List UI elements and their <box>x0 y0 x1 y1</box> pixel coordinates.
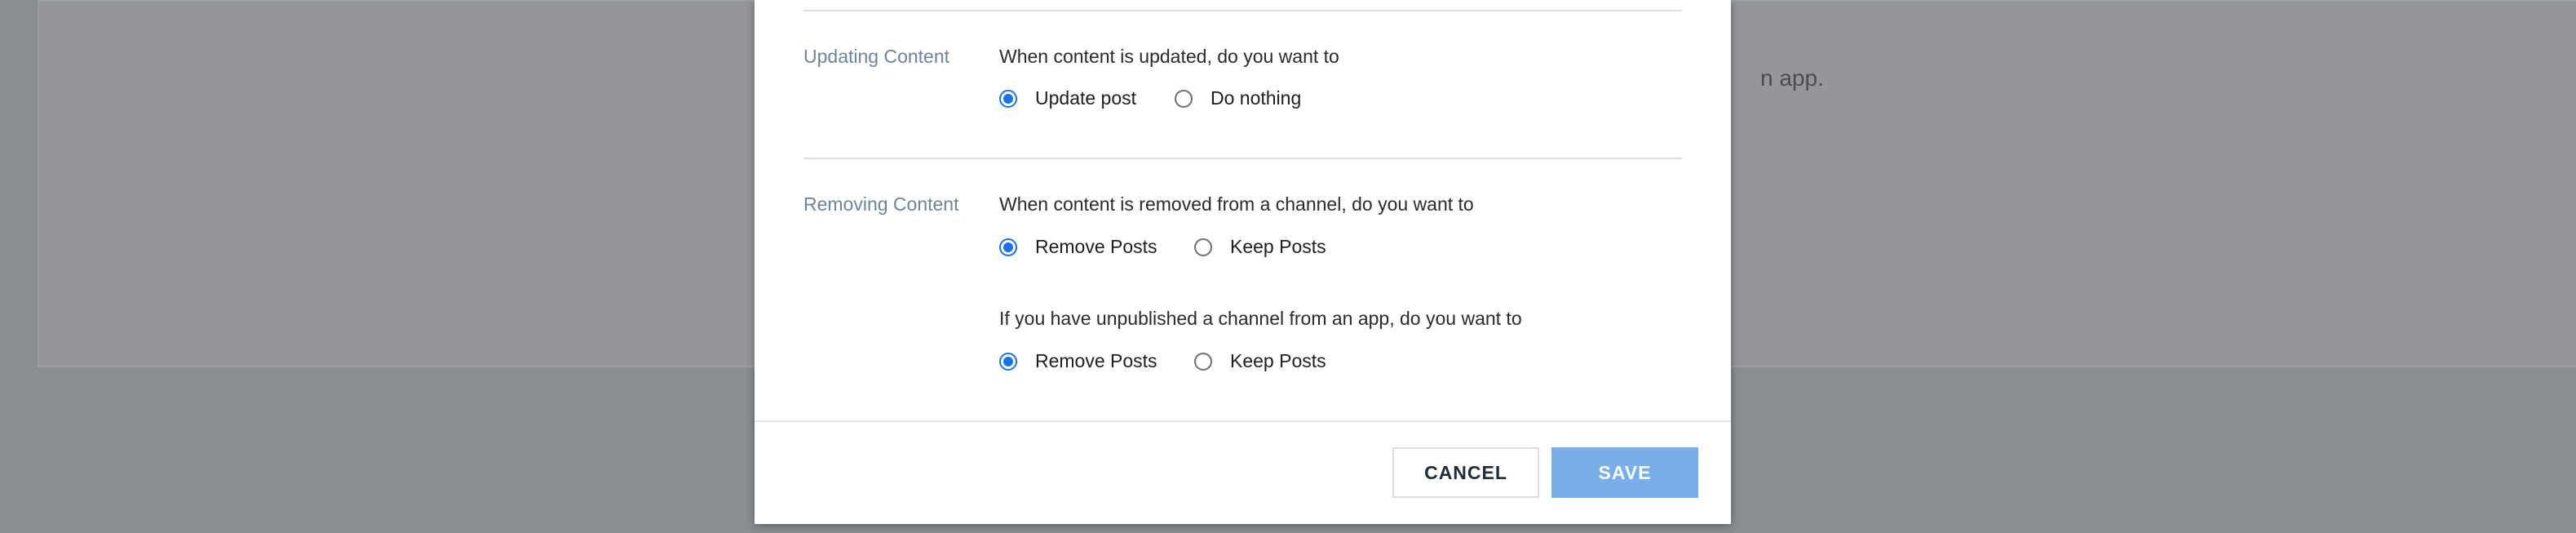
radio-unpublished-keep-posts-label: Keep Posts <box>1230 350 1326 371</box>
radio-unpublished-remove-posts-indicator[interactable] <box>999 352 1017 371</box>
removing-content-question: When content is removed from a channel, … <box>999 193 1474 215</box>
radio-unpublished-keep-posts-indicator[interactable] <box>1194 352 1212 371</box>
channel-settings-modal: Updating Content When content is updated… <box>755 0 1731 524</box>
radio-unpublished-keep-posts[interactable]: Keep Posts <box>1194 350 1326 372</box>
radio-do-nothing[interactable]: Do nothing <box>1175 87 1301 109</box>
radio-keep-posts-indicator[interactable] <box>1194 238 1212 256</box>
radio-remove-posts[interactable]: Remove Posts <box>999 236 1157 258</box>
radio-remove-posts-indicator[interactable] <box>999 238 1017 256</box>
radio-keep-posts[interactable]: Keep Posts <box>1194 236 1326 258</box>
top-divider <box>803 10 1682 11</box>
radio-update-post-label: Update post <box>1035 87 1137 109</box>
save-button[interactable]: SAVE <box>1551 447 1698 498</box>
updating-content-label: Updating Content <box>803 46 950 67</box>
radio-unpublished-remove-posts-label: Remove Posts <box>1035 350 1157 371</box>
radio-update-post[interactable]: Update post <box>999 87 1136 109</box>
section-divider <box>803 158 1682 159</box>
footer-divider <box>755 420 1731 422</box>
unpublished-channel-question: If you have unpublished a channel from a… <box>999 308 1522 329</box>
radio-remove-posts-label: Remove Posts <box>1035 236 1157 257</box>
removing-content-label: Removing Content <box>803 193 959 215</box>
radio-update-post-indicator[interactable] <box>999 89 1017 108</box>
radio-unpublished-remove-posts[interactable]: Remove Posts <box>999 350 1157 372</box>
radio-do-nothing-label: Do nothing <box>1211 87 1302 109</box>
cancel-button[interactable]: CANCEL <box>1392 447 1539 498</box>
radio-keep-posts-label: Keep Posts <box>1230 236 1326 257</box>
updating-content-question: When content is updated, do you want to <box>999 46 1339 67</box>
background-text: n app. <box>1760 65 1824 91</box>
radio-do-nothing-indicator[interactable] <box>1175 89 1193 108</box>
